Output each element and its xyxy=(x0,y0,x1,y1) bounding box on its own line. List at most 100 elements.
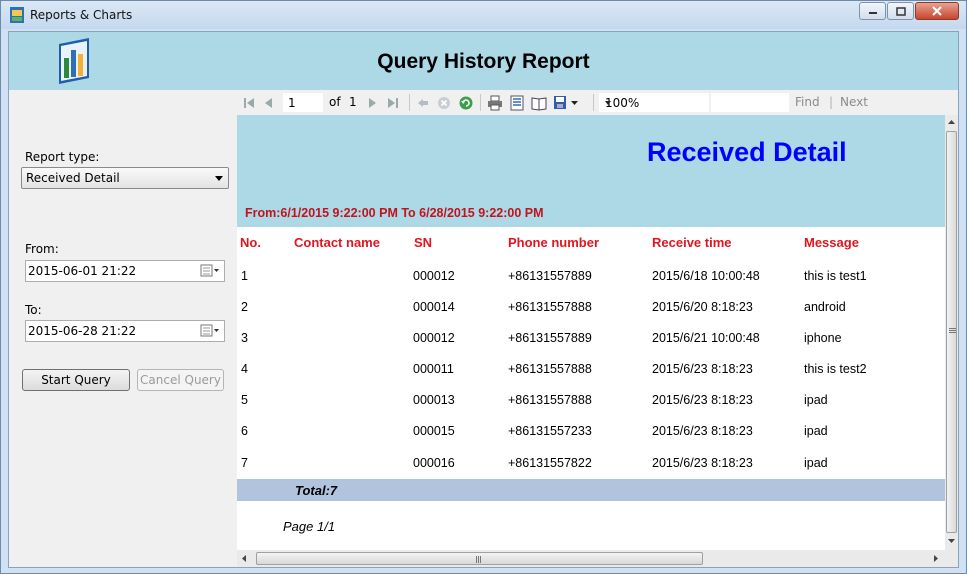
cell-phone: +86131557889 xyxy=(508,269,592,283)
horizontal-scroll-thumb[interactable] xyxy=(256,552,703,565)
chevron-down-icon xyxy=(605,101,611,105)
column-header-time: Receive time xyxy=(652,235,732,250)
report-date-range: From:6/1/2015 9:22:00 PM To 6/28/2015 9:… xyxy=(245,206,544,220)
cell-message: this is test2 xyxy=(804,362,867,376)
maximize-icon xyxy=(895,6,906,16)
cell-phone: +86131557888 xyxy=(508,362,592,376)
zoom-select[interactable]: 100% xyxy=(599,93,709,112)
column-header-no: No. xyxy=(240,235,261,250)
export-dropdown-icon[interactable] xyxy=(571,101,579,106)
cell-phone: +86131557822 xyxy=(508,456,592,470)
vertical-scrollbar[interactable] xyxy=(945,115,958,550)
start-query-button[interactable]: Start Query xyxy=(22,369,130,391)
column-header-message: Message xyxy=(804,235,859,250)
cell-time: 2015/6/23 8:18:23 xyxy=(652,362,753,376)
previous-page-icon[interactable] xyxy=(261,95,277,111)
find-link[interactable]: Find xyxy=(795,95,820,109)
cell-sn: 000016 xyxy=(413,456,455,470)
minimize-icon xyxy=(868,12,877,14)
cell-message: android xyxy=(804,300,846,314)
find-input[interactable] xyxy=(711,93,789,112)
report-toolbar: 1 of 1 100% Find | Next xyxy=(237,90,958,115)
minimize-button[interactable] xyxy=(859,2,886,20)
to-date-value: 2015-06-28 21:22 xyxy=(28,324,137,338)
page-setup-icon[interactable] xyxy=(531,95,547,111)
cell-time: 2015/6/23 8:18:23 xyxy=(652,393,753,407)
app-icon xyxy=(10,7,24,23)
cell-message: ipad xyxy=(804,456,828,470)
column-header-contact: Contact name xyxy=(294,235,380,250)
cell-message: ipad xyxy=(804,424,828,438)
of-label: of xyxy=(329,95,341,109)
calendar-icon[interactable] xyxy=(200,324,220,338)
window-title: Reports & Charts xyxy=(30,8,133,22)
report-type-label: Report type: xyxy=(25,150,100,164)
from-date-value: 2015-06-01 21:22 xyxy=(28,264,137,278)
cell-no: 6 xyxy=(241,424,248,438)
grip-icon xyxy=(476,556,481,563)
vertical-scroll-thumb[interactable] xyxy=(946,131,957,533)
current-page: 1 xyxy=(288,96,296,110)
last-page-icon[interactable] xyxy=(385,95,401,111)
report-header: Query History Report xyxy=(9,32,958,90)
scroll-corner xyxy=(945,550,958,567)
cell-sn: 000012 xyxy=(413,331,455,345)
print-icon[interactable] xyxy=(487,95,503,111)
back-icon[interactable] xyxy=(415,95,431,111)
calendar-icon[interactable] xyxy=(200,264,220,278)
page-footer: Page 1/1 xyxy=(283,519,336,534)
cell-time: 2015/6/23 8:18:23 xyxy=(652,456,753,470)
page-number-input[interactable]: 1 xyxy=(283,93,323,112)
cell-sn: 000014 xyxy=(413,300,455,314)
close-button[interactable] xyxy=(915,2,959,20)
cell-no: 3 xyxy=(241,331,248,345)
total-bar: Total:7 xyxy=(237,479,945,501)
close-icon xyxy=(932,6,942,16)
cell-phone: +86131557888 xyxy=(508,300,592,314)
from-label: From: xyxy=(25,242,59,256)
cell-no: 2 xyxy=(241,300,248,314)
column-header-phone: Phone number xyxy=(508,235,600,250)
cell-phone: +86131557889 xyxy=(508,331,592,345)
title-bar[interactable]: Reports & Charts xyxy=(1,1,966,29)
cell-phone: +86131557888 xyxy=(508,393,592,407)
cell-no: 1 xyxy=(241,269,248,283)
report-title-band: Received Detail From:6/1/2015 9:22:00 PM… xyxy=(237,115,945,227)
cell-message: iphone xyxy=(804,331,842,345)
from-date-picker[interactable]: 2015-06-01 21:22 xyxy=(25,260,225,282)
cell-sn: 000012 xyxy=(413,269,455,283)
cell-no: 7 xyxy=(241,456,248,470)
cell-no: 4 xyxy=(241,362,248,376)
to-label: To: xyxy=(25,303,42,317)
report-type-value: Received Detail xyxy=(26,171,120,185)
cell-time: 2015/6/18 10:00:48 xyxy=(652,269,760,283)
print-layout-icon[interactable] xyxy=(509,95,525,111)
maximize-button[interactable] xyxy=(887,2,914,20)
scroll-left-icon[interactable] xyxy=(242,555,247,563)
column-header-sn: SN xyxy=(414,235,433,250)
cell-phone: +86131557233 xyxy=(508,424,592,438)
cell-sn: 000013 xyxy=(413,393,455,407)
export-icon[interactable] xyxy=(553,95,569,111)
next-link[interactable]: Next xyxy=(840,95,868,109)
cell-sn: 000015 xyxy=(413,424,455,438)
app-window: Reports & Charts Query History Report Re… xyxy=(0,0,967,574)
cancel-query-button[interactable]: Cancel Query xyxy=(137,369,224,391)
report-type-select[interactable]: Received Detail xyxy=(21,167,229,189)
cell-sn: 000011 xyxy=(413,362,454,376)
report-title: Received Detail xyxy=(647,137,847,167)
horizontal-scrollbar[interactable] xyxy=(237,550,945,567)
cell-no: 5 xyxy=(241,393,248,407)
query-panel: Report type: Received Detail From: 2015-… xyxy=(9,90,237,567)
refresh-icon[interactable] xyxy=(458,95,474,111)
grip-icon xyxy=(949,328,956,333)
next-page-icon[interactable] xyxy=(364,95,380,111)
first-page-icon[interactable] xyxy=(241,95,257,111)
stop-icon[interactable] xyxy=(436,95,452,111)
scroll-up-icon[interactable] xyxy=(948,120,956,125)
cell-time: 2015/6/20 8:18:23 xyxy=(652,300,753,314)
total-pages: 1 xyxy=(349,95,357,109)
scroll-right-icon[interactable] xyxy=(934,555,939,563)
scroll-down-icon[interactable] xyxy=(948,539,956,544)
to-date-picker[interactable]: 2015-06-28 21:22 xyxy=(25,320,225,342)
